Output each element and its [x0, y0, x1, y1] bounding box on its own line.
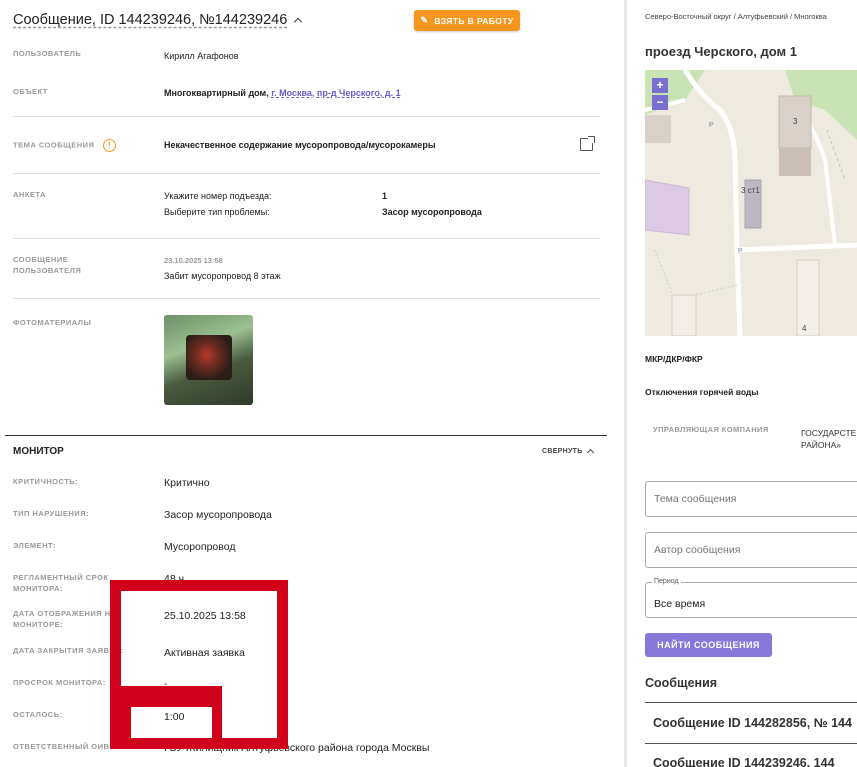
divider: [645, 702, 857, 703]
management-company-label: УПРАВЛЯЮЩАЯ КОМПАНИЯ: [653, 425, 769, 434]
topic-value: Некачественное содержание мусоропровода/…: [164, 140, 436, 150]
criticality-label: КРИТИЧНОСТЬ:: [13, 477, 79, 486]
message-title-toggle[interactable]: Сообщение, ID 144239246, №144239246: [13, 12, 303, 28]
management-company-line1: ГОСУДАРСТЕ: [801, 428, 857, 438]
period-value: Все время: [654, 598, 706, 610]
map[interactable]: + − 3 3 ст1 4 P P: [645, 70, 857, 336]
author-input[interactable]: [646, 533, 857, 567]
map-label: 4: [802, 324, 807, 333]
address-title: проезд Черского, дом 1: [645, 44, 797, 59]
author-field[interactable]: [645, 532, 857, 568]
divider: [13, 116, 600, 117]
user-message-label-line2: ПОЛЬЗОВАТЕЛЯ: [13, 266, 82, 275]
panel-divider[interactable]: [624, 0, 627, 767]
divider: [13, 298, 600, 299]
form-label: АНКЕТА: [13, 190, 46, 199]
photos-label: ФОТОМАТЕРИАЛЫ: [13, 318, 92, 327]
topic-label: ТЕМА СООБЩЕНИЯ !: [13, 139, 117, 152]
external-link-icon[interactable]: [580, 136, 595, 151]
parking-icon: P: [709, 122, 714, 129]
zoom-out-button[interactable]: −: [652, 95, 668, 110]
hot-water-label: Отключения горячей воды: [645, 387, 759, 397]
message-title[interactable]: Сообщение, ID 144239246, №144239246: [13, 12, 287, 28]
collapse-label: СВЕРНУТЬ: [542, 447, 583, 455]
object-value: Многоквартирный дом, г. Москва, пр-д Чер…: [164, 88, 401, 98]
user-label: ПОЛЬЗОВАТЕЛЬ: [13, 49, 82, 58]
divider: [645, 743, 857, 744]
form-answer-2: Засор мусоропровода: [382, 207, 482, 217]
take-to-work-label: ВЗЯТЬ В РАБОТУ: [434, 15, 514, 26]
chevron-up-icon[interactable]: [294, 17, 303, 27]
criticality-value: Критично: [164, 477, 210, 489]
object-label: ОБЪЕКТ: [13, 87, 48, 96]
chevron-up-icon: [586, 448, 594, 457]
management-company-line2: РАЙОНА»: [801, 440, 842, 450]
form-question-2: Выберите тип проблемы:: [164, 207, 270, 217]
topic-field[interactable]: [645, 481, 857, 517]
pencil-icon: ✎: [420, 15, 429, 25]
map-label: 3: [793, 117, 798, 126]
object-type: Многоквартирный дом,: [164, 88, 269, 98]
divider: [13, 173, 600, 174]
deadline-label: РЕГЛАМЕНТНЫЙ СРОК МОНИТОРА:: [13, 573, 109, 593]
remaining-label: ОСТАЛОСЬ:: [13, 710, 63, 719]
user-value: Кирилл Агафонов: [164, 51, 239, 61]
management-company-value: ГОСУДАРСТЕ РАЙОНА»: [801, 427, 856, 451]
overdue-label: ПРОСРОК МОНИТОРА:: [13, 678, 106, 687]
topic-input[interactable]: [646, 482, 857, 516]
user-message-label-line1: СООБЩЕНИЕ: [13, 255, 69, 264]
responsible-label: ОТВЕТСТВЕННЫЙ ОИВ:: [13, 742, 113, 751]
parking-icon: P: [738, 248, 743, 255]
message-list-item[interactable]: Сообщение ID 144239246, 144: [653, 756, 835, 767]
close-date-label: ДАТА ЗАКРЫТИЯ ЗАЯВКИ:: [13, 646, 123, 655]
form-answer-1: 1: [382, 191, 388, 201]
breadcrumb[interactable]: Северо-Восточный округ / Алтуфьевский / …: [645, 12, 827, 21]
map-label: 3 ст1: [741, 186, 760, 195]
address-sidebar: Северо-Восточный округ / Алтуфьевский / …: [645, 0, 857, 767]
element-label: ЭЛЕМЕНТ:: [13, 541, 56, 550]
period-legend: Период: [652, 578, 681, 585]
form-question-1: Укажите номер подъезда:: [164, 191, 272, 201]
take-to-work-button[interactable]: ✎ ВЗЯТЬ В РАБОТУ: [414, 10, 520, 31]
mkr-label: МКР/ДКР/ФКР: [645, 354, 703, 364]
photo-thumbnail[interactable]: [164, 315, 253, 405]
messages-title: Сообщения: [645, 676, 718, 690]
message-date: 23.10.2025 13:58: [164, 256, 223, 265]
annotation-box-inner-bottom: [120, 741, 222, 749]
violation-type-value: Засор мусоропровода: [164, 509, 272, 521]
element-value: Мусоропровод: [164, 541, 236, 553]
topic-label-text: ТЕМА СООБЩЕНИЯ: [13, 140, 95, 150]
monitor-divider: [5, 435, 607, 436]
annotation-box-inner-left: [120, 688, 131, 749]
zoom-in-button[interactable]: +: [652, 78, 668, 93]
user-message-label: СООБЩЕНИЕ ПОЛЬЗОВАТЕЛЯ: [13, 254, 81, 276]
message-panel: Сообщение, ID 144239246, №144239246 ✎ ВЗ…: [0, 0, 615, 767]
monitor-title: МОНИТОР: [13, 446, 64, 457]
collapse-button[interactable]: СВЕРНУТЬ: [542, 447, 594, 457]
find-messages-button[interactable]: НАЙТИ СООБЩЕНИЯ: [645, 633, 772, 657]
message-text: Забит мусоропровод 8 этаж: [164, 271, 281, 281]
divider: [13, 238, 600, 239]
object-address-link[interactable]: г. Москва, пр-д Черского, д. 1: [271, 88, 400, 98]
map-graphic: [645, 70, 857, 336]
violation-type-label: ТИП НАРУШЕНИЯ:: [13, 509, 90, 518]
warning-icon: !: [103, 139, 117, 152]
message-list-item[interactable]: Сообщение ID 144282856, № 144: [653, 716, 852, 730]
period-select[interactable]: Период Все время: [645, 578, 857, 618]
